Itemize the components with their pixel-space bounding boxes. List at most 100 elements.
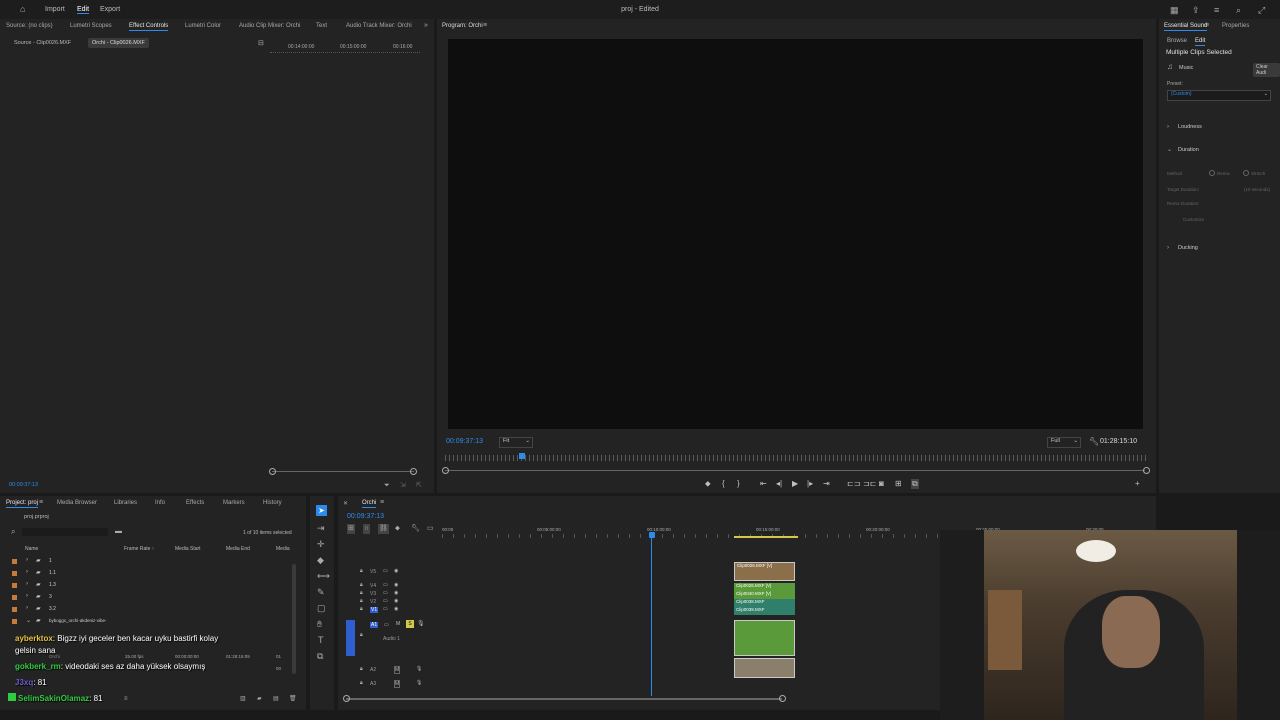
program-zoom-right[interactable] bbox=[1143, 467, 1150, 474]
ducking-chevron-icon[interactable]: › bbox=[1167, 243, 1169, 253]
type-tool-icon[interactable]: T bbox=[318, 635, 324, 645]
fullscreen-icon[interactable]: ⤢ bbox=[1258, 5, 1265, 15]
col-media[interactable]: Media bbox=[276, 546, 290, 552]
step-forward-icon[interactable]: |▸ bbox=[807, 479, 813, 488]
slip-tool-icon[interactable]: ⟷ bbox=[317, 571, 330, 581]
section-ducking[interactable]: Ducking bbox=[1178, 245, 1198, 251]
project-search-input[interactable] bbox=[22, 528, 108, 536]
subtab-orchi-clip[interactable]: Orchi - Clip0026.MXF bbox=[88, 38, 149, 48]
pen-tool-icon[interactable]: ✎ bbox=[317, 587, 325, 597]
tab-lumetri-color[interactable]: Lumetri Color bbox=[185, 23, 221, 29]
tab-essential-sound[interactable]: Essential Sound bbox=[1164, 23, 1208, 31]
trash-icon[interactable]: 🗑︎ bbox=[289, 694, 297, 704]
add-marker-timeline-icon[interactable]: ⬥ bbox=[395, 524, 400, 534]
export-frame-icon[interactable]: ◙ bbox=[879, 479, 884, 488]
mute-icon[interactable]: M bbox=[394, 666, 401, 674]
subtab-source-clip[interactable]: Source - Clip0026.MXF bbox=[14, 40, 71, 46]
hand-tool-icon[interactable]: ✋︎ bbox=[317, 619, 322, 629]
mute-icon[interactable]: M bbox=[394, 680, 401, 688]
new-bin-icon[interactable]: ▰ bbox=[257, 694, 262, 704]
bin-row[interactable]: ⌄ ▰ byboggx_orchi-akdeniz-vibe- bbox=[10, 617, 290, 627]
program-menu-icon[interactable]: ≡ bbox=[483, 21, 487, 31]
bin-row[interactable]: › ▰ 1 bbox=[10, 557, 290, 567]
audio-clip[interactable] bbox=[734, 620, 795, 656]
new-bin-from-search-icon[interactable]: ▬ bbox=[115, 527, 122, 537]
loudness-chevron-icon[interactable]: › bbox=[1167, 122, 1169, 132]
bin-row[interactable]: › ▰ 1.1 bbox=[10, 569, 290, 579]
method-remix-radio[interactable] bbox=[1209, 170, 1215, 176]
work-area-bar[interactable] bbox=[734, 536, 798, 538]
audio-clip[interactable] bbox=[734, 658, 795, 678]
audio-track-header[interactable]: 🔒︎ A3 M 🎙︎ bbox=[358, 680, 438, 689]
sync-lock-icon[interactable]: ▭ bbox=[383, 568, 388, 574]
customize-toggle[interactable]: Customize bbox=[1183, 217, 1204, 222]
solo-icon[interactable]: S bbox=[406, 620, 414, 628]
timeline-timecode[interactable]: 00:09:37:13 bbox=[347, 513, 384, 520]
es-menu-icon[interactable]: ≡ bbox=[1205, 21, 1209, 31]
go-to-in-icon[interactable]: ⇤ bbox=[760, 479, 767, 488]
project-scrollbar[interactable] bbox=[292, 564, 296, 674]
menu-edit[interactable]: Edit bbox=[77, 6, 90, 14]
lock-icon[interactable]: 🔒︎ bbox=[360, 680, 363, 686]
tab-effects[interactable]: Effects bbox=[186, 500, 204, 506]
audio-track-header[interactable]: 🔒︎ A2 M 🎙︎ bbox=[358, 666, 438, 675]
timeline-scrollbar[interactable] bbox=[346, 698, 782, 700]
ec-import-icon[interactable]: ⇱ bbox=[416, 481, 422, 491]
bin-expand-icon[interactable]: ⌄ bbox=[26, 617, 31, 624]
menu-import[interactable]: Import bbox=[45, 6, 65, 13]
section-duration[interactable]: Duration bbox=[1178, 147, 1199, 153]
close-sequence-icon[interactable]: ✕ bbox=[343, 499, 348, 509]
preset-dropdown[interactable]: (Custom) ⌄ bbox=[1167, 90, 1271, 101]
ripple-edit-tool-icon[interactable]: ✛ bbox=[317, 539, 325, 549]
col-media-start[interactable]: Media Start bbox=[175, 546, 201, 552]
bin-expand-icon[interactable]: › bbox=[26, 569, 28, 575]
eye-icon[interactable]: ◉ bbox=[394, 606, 398, 612]
go-to-out-icon[interactable]: ⇥ bbox=[823, 479, 830, 488]
col-name[interactable]: Name bbox=[25, 546, 38, 552]
captions-tool-icon[interactable]: ⧉ bbox=[317, 651, 323, 661]
eye-icon[interactable]: ◉ bbox=[394, 598, 398, 604]
program-monitor-title[interactable]: Program: Orchi bbox=[442, 23, 483, 29]
tab-markers[interactable]: Markers bbox=[223, 500, 245, 506]
multicam-icon[interactable]: ⧉ bbox=[911, 479, 919, 489]
sync-lock-icon[interactable]: ▭ bbox=[384, 622, 389, 628]
mark-in-icon[interactable]: { bbox=[722, 479, 725, 488]
eye-icon[interactable]: ◉ bbox=[394, 590, 398, 596]
sequence-menu-icon[interactable]: ≡ bbox=[380, 498, 384, 508]
tab-sequence[interactable]: Orchi bbox=[362, 500, 377, 508]
lock-icon[interactable]: 🔒︎ bbox=[360, 582, 363, 588]
lock-icon[interactable]: 🔒︎ bbox=[360, 606, 363, 612]
lock-icon[interactable]: 🔒︎ bbox=[360, 590, 363, 596]
tab-history[interactable]: History bbox=[263, 500, 282, 506]
duration-chevron-icon[interactable]: ⌄ bbox=[1167, 145, 1172, 155]
eye-icon[interactable]: ◉ bbox=[394, 582, 398, 588]
list-view-icon[interactable]: ≡ bbox=[124, 694, 128, 704]
program-zoom-left[interactable] bbox=[442, 467, 449, 474]
timeline-clip[interactable]: Clip0038.MXF bbox=[734, 599, 795, 607]
panel-overflow-icon[interactable]: » bbox=[424, 21, 428, 31]
workspaces-icon[interactable]: ▦ bbox=[1170, 5, 1179, 15]
bin-expand-icon[interactable]: › bbox=[26, 593, 28, 599]
tab-text[interactable]: Text bbox=[316, 23, 327, 29]
sync-lock-icon[interactable]: ▭ bbox=[383, 598, 388, 604]
linked-selection-icon[interactable]: ⛓︎ bbox=[378, 524, 389, 534]
audio-track-header[interactable]: 🔒︎ A1 ▭ M S 🎙︎ Audio 1 bbox=[346, 620, 426, 656]
target-duration-value[interactable]: (10 seconds) bbox=[1244, 187, 1270, 192]
lock-icon[interactable]: 🔒︎ bbox=[360, 666, 363, 672]
bin-row[interactable]: › ▰ 3.2 bbox=[10, 605, 290, 615]
subtab-browse[interactable]: Browse bbox=[1167, 38, 1187, 44]
track-select-tool-icon[interactable]: ⇥ bbox=[317, 523, 325, 533]
home-icon[interactable]: ⌂ bbox=[20, 4, 25, 14]
section-loudness[interactable]: Loudness bbox=[1178, 124, 1202, 130]
razor-tool-icon[interactable]: ◆ bbox=[317, 555, 324, 565]
tab-effect-controls[interactable]: Effect Controls bbox=[129, 23, 169, 31]
col-media-end[interactable]: Media End bbox=[226, 546, 250, 552]
step-back-icon[interactable]: ◂| bbox=[776, 479, 782, 488]
ec-zoom-handle-left[interactable] bbox=[269, 468, 276, 475]
sync-lock-icon[interactable]: ▭ bbox=[383, 606, 388, 612]
menu-export[interactable]: Export bbox=[100, 6, 120, 13]
eye-icon[interactable]: ◉ bbox=[394, 568, 398, 574]
captions-toggle-icon[interactable]: ▭ bbox=[427, 524, 434, 534]
tab-audio-track-mixer[interactable]: Audio Track Mixer: Orchi bbox=[346, 23, 412, 29]
mark-out-icon[interactable]: } bbox=[737, 479, 740, 488]
